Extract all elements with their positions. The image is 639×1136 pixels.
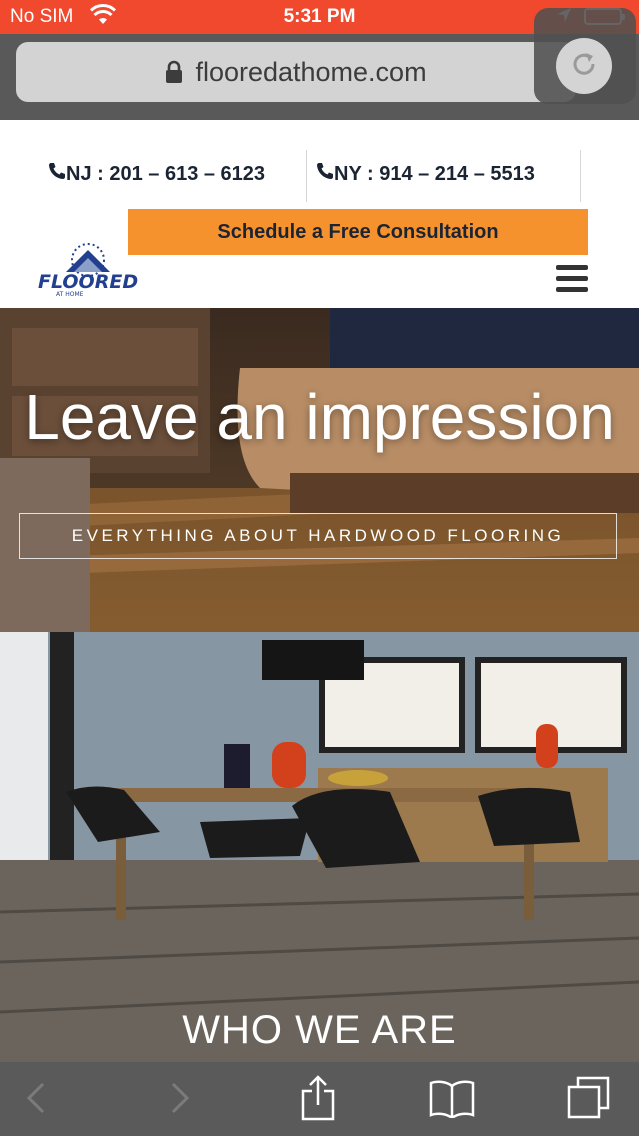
- lock-icon: [165, 60, 183, 84]
- phone-ny-link[interactable]: NY : 914 – 214 – 5513: [316, 162, 535, 186]
- forward-button[interactable]: [158, 1078, 202, 1122]
- phone-icon: [48, 162, 66, 186]
- hardwood-flooring-link[interactable]: EVERYTHING ABOUT HARDWOOD FLOORING: [19, 513, 617, 559]
- tabs-icon: [566, 1076, 610, 1125]
- back-button[interactable]: [14, 1078, 58, 1122]
- chevron-left-icon: [25, 1081, 47, 1120]
- url-field[interactable]: flooredathome.com: [16, 42, 576, 102]
- tabs-button[interactable]: [566, 1076, 610, 1125]
- hero-headline: Leave an impression: [24, 381, 615, 453]
- dining-room-image: [0, 632, 639, 1062]
- phone-nj-link[interactable]: NJ : 201 – 613 – 6123: [48, 162, 265, 186]
- phone-ny-label: NY : 914 – 214 – 5513: [334, 162, 535, 185]
- share-button[interactable]: [296, 1074, 340, 1122]
- header-divider: [580, 150, 581, 202]
- share-icon: [300, 1074, 336, 1126]
- section-title: WHO WE ARE: [182, 1008, 457, 1052]
- browser-toolbar: [0, 1062, 639, 1136]
- phone-icon: [316, 162, 334, 186]
- schedule-consultation-button[interactable]: Schedule a Free Consultation: [128, 209, 588, 255]
- phone-nj-label: NJ : 201 – 613 – 6123: [66, 162, 266, 185]
- site-header: NJ : 201 – 613 – 6123 NY : 914 – 214 – 5…: [0, 120, 639, 308]
- hero-banner: Leave an impression EVERYTHING ABOUT HAR…: [0, 308, 639, 632]
- floored-logo[interactable]: FLOORED AT HOME: [36, 234, 142, 298]
- browser-address-bar: flooredathome.com: [0, 8, 639, 120]
- book-icon: [428, 1078, 476, 1123]
- reload-overlay: [534, 8, 636, 104]
- bedroom-background-image: [0, 308, 639, 632]
- hamburger-icon: [556, 265, 588, 270]
- reload-button[interactable]: [556, 38, 612, 94]
- svg-text:FLOORED: FLOORED: [38, 271, 138, 293]
- reload-icon: [569, 49, 599, 84]
- menu-button[interactable]: [556, 265, 588, 293]
- who-we-are-section: WHO WE ARE: [0, 632, 639, 1062]
- chevron-right-icon: [169, 1081, 191, 1120]
- bookmarks-button[interactable]: [428, 1078, 476, 1123]
- url-text: flooredathome.com: [195, 56, 427, 87]
- svg-text:AT HOME: AT HOME: [56, 291, 84, 298]
- header-divider: [306, 150, 307, 202]
